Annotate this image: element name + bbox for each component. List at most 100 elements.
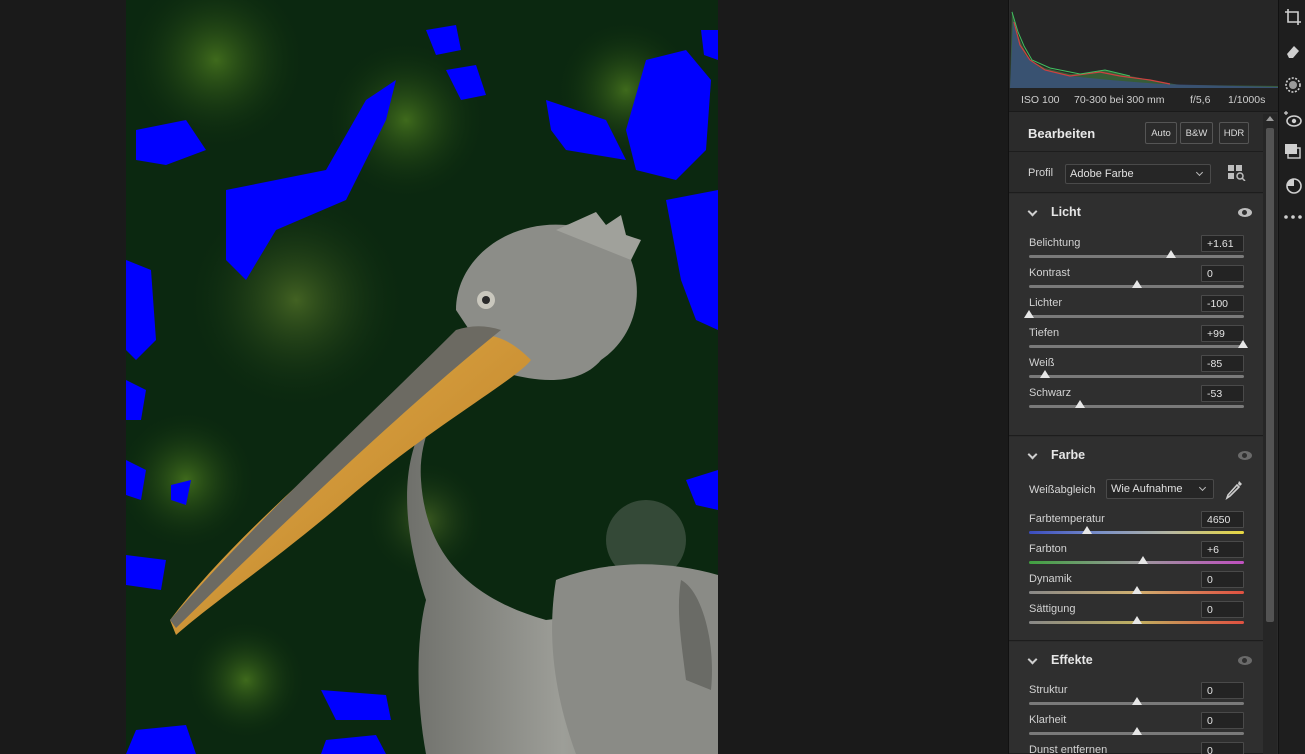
slider-value-input[interactable]: -85: [1201, 355, 1244, 372]
camera-info-bar: ISO 100 70-300 bei 300 mm f/5,6 1/1000s: [1009, 88, 1278, 112]
panel-scrollbar[interactable]: [1263, 114, 1277, 754]
slider-value-input[interactable]: +6: [1201, 541, 1244, 558]
slider-value-input[interactable]: +1.61: [1201, 235, 1244, 252]
white-balance-value: Wie Aufnahme: [1111, 483, 1183, 495]
slider-thumb[interactable]: [1131, 280, 1142, 288]
hdr-button[interactable]: HDR: [1219, 122, 1249, 144]
color-section-header[interactable]: Farbe: [1009, 437, 1263, 473]
slider-thumb[interactable]: [1074, 400, 1085, 408]
canvas-area[interactable]: [0, 0, 1008, 754]
slider-thumb[interactable]: [1137, 556, 1148, 564]
eyedropper-icon[interactable]: [1224, 479, 1244, 501]
slider-row: Lichter -100: [1009, 295, 1263, 327]
lens-value: 70-300 bei 300 mm: [1074, 93, 1165, 106]
slider-row: Schwarz -53: [1009, 385, 1263, 417]
crop-icon[interactable]: [1284, 8, 1302, 26]
edit-title: Bearbeiten: [1028, 126, 1096, 141]
histogram[interactable]: [1010, 0, 1278, 88]
slider-thumb[interactable]: [1131, 616, 1142, 624]
chevron-down-icon: [1198, 483, 1207, 492]
slider-thumb[interactable]: [1131, 586, 1142, 594]
white-balance-label: Weißabgleich: [1029, 484, 1096, 496]
profile-row: Profil Adobe Farbe: [1009, 153, 1263, 193]
chevron-down-icon: [1195, 168, 1204, 177]
more-icon[interactable]: [1284, 208, 1302, 226]
slider-row: Tiefen +99: [1009, 325, 1263, 357]
slider-row: Struktur 0: [1009, 682, 1263, 714]
slider-label: Kontrast: [1029, 267, 1070, 279]
color-section-title: Farbe: [1051, 448, 1086, 462]
slider-track[interactable]: [1029, 255, 1244, 258]
slider-thumb[interactable]: [1040, 370, 1051, 378]
slider-track[interactable]: [1029, 531, 1244, 534]
white-balance-row: Weißabgleich Wie Aufnahme: [1009, 479, 1263, 505]
effects-section-header[interactable]: Effekte: [1009, 642, 1263, 678]
slider-thumb[interactable]: [1024, 310, 1034, 318]
slider-label: Klarheit: [1029, 714, 1067, 726]
photo-preview[interactable]: [126, 0, 718, 754]
scroll-up-arrow[interactable]: [1266, 116, 1274, 121]
light-section-header[interactable]: Licht: [1009, 194, 1263, 230]
presets-icon[interactable]: [1284, 142, 1302, 160]
slider-thumb[interactable]: [1165, 250, 1176, 258]
slider-track[interactable]: [1029, 405, 1244, 408]
chevron-down-icon[interactable]: [1027, 654, 1038, 665]
histogram-graph: [1010, 10, 1278, 88]
slider-track[interactable]: [1029, 375, 1244, 378]
effects-section: Effekte Struktur 0 Klarheit 0 Dunst entferne…: [1009, 642, 1263, 754]
slider-label: Belichtung: [1029, 237, 1081, 249]
slider-thumb[interactable]: [1131, 697, 1142, 705]
slider-value-input[interactable]: -53: [1201, 385, 1244, 402]
light-section: Licht Belichtung +1.61 Kontrast 0 Lichter -10…: [1009, 194, 1263, 436]
slider-value-input[interactable]: 0: [1201, 712, 1244, 729]
slider-label: Lichter: [1029, 297, 1063, 309]
bw-button[interactable]: B&W: [1180, 122, 1213, 144]
eraser-icon[interactable]: [1284, 42, 1302, 60]
slider-label: Farbtemperatur: [1029, 513, 1105, 525]
eye-icon[interactable]: [1238, 656, 1252, 665]
slider-row: Sättigung 0: [1009, 601, 1263, 633]
edit-panel: ISO 100 70-300 bei 300 mm f/5,6 1/1000s …: [1008, 0, 1278, 754]
slider-thumb[interactable]: [1237, 340, 1248, 348]
scrollbar-thumb[interactable]: [1266, 128, 1274, 622]
slider-row: Belichtung +1.61: [1009, 235, 1263, 267]
slider-label: Dunst entfernen: [1029, 744, 1108, 754]
iso-value: ISO 100: [1021, 93, 1060, 106]
slider-track[interactable]: [1029, 345, 1244, 348]
slider-value-input[interactable]: 0: [1201, 682, 1244, 699]
redeye-icon[interactable]: [1284, 110, 1302, 128]
slider-row: Kontrast 0: [1009, 265, 1263, 297]
profile-browser-icon[interactable]: [1228, 165, 1246, 181]
aperture-value: f/5,6: [1190, 93, 1211, 106]
slider-value-input[interactable]: -100: [1201, 295, 1244, 312]
profile-select[interactable]: Adobe Farbe: [1065, 164, 1211, 184]
slider-value-input[interactable]: 0: [1201, 601, 1244, 618]
chevron-down-icon[interactable]: [1027, 206, 1038, 217]
slider-value-input[interactable]: 0: [1201, 265, 1244, 282]
slider-row: Dynamik 0: [1009, 571, 1263, 603]
slider-label: Tiefen: [1029, 327, 1060, 339]
slider-row: Klarheit 0: [1009, 712, 1263, 744]
chevron-down-icon[interactable]: [1027, 449, 1038, 460]
slider-thumb[interactable]: [1131, 727, 1142, 735]
snapshot-icon[interactable]: [1284, 176, 1302, 194]
slider-track[interactable]: [1029, 315, 1244, 318]
slider-value-input[interactable]: 0: [1201, 742, 1244, 754]
tool-strip: [1278, 0, 1305, 754]
slider-value-input[interactable]: 0: [1201, 571, 1244, 588]
slider-row: Dunst entfernen 0: [1009, 742, 1263, 754]
slider-row: Farbton +6: [1009, 541, 1263, 573]
white-balance-select[interactable]: Wie Aufnahme: [1106, 479, 1214, 499]
eye-icon[interactable]: [1238, 451, 1252, 460]
mask-icon[interactable]: [1284, 76, 1302, 94]
slider-row: Weiß -85: [1009, 355, 1263, 387]
slider-label: Dynamik: [1029, 573, 1072, 585]
slider-value-input[interactable]: 4650: [1201, 511, 1244, 528]
slider-track[interactable]: [1029, 561, 1244, 564]
slider-thumb[interactable]: [1082, 526, 1093, 534]
slider-label: Farbton: [1029, 543, 1067, 555]
slider-label: Weiß: [1029, 357, 1055, 369]
auto-button[interactable]: Auto: [1145, 122, 1177, 144]
light-section-title: Licht: [1051, 205, 1081, 219]
eye-icon[interactable]: [1238, 208, 1252, 217]
